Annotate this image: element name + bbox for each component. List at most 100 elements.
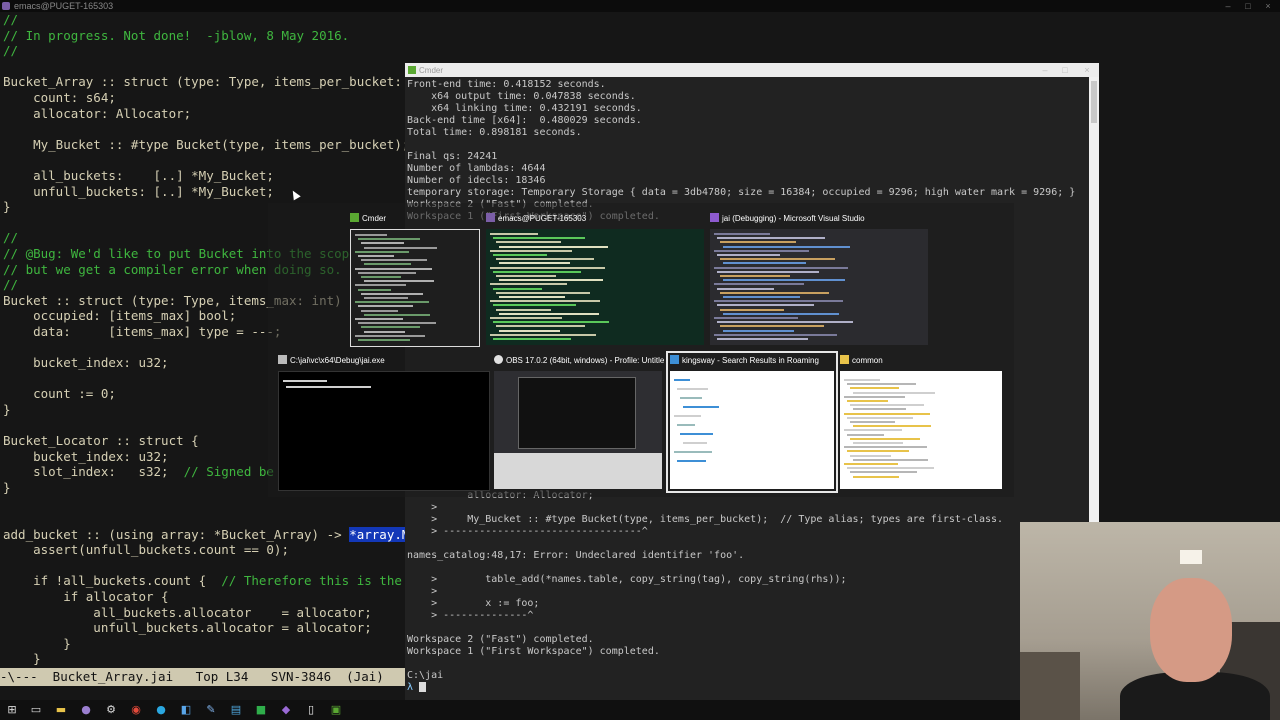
minimize-button[interactable]: – bbox=[1218, 0, 1238, 12]
thumbnail-line bbox=[853, 475, 899, 478]
code-text: bucket_index: u32; bbox=[3, 355, 169, 371]
green-app-icon[interactable]: ■ bbox=[254, 703, 268, 717]
code-text: } bbox=[3, 635, 71, 651]
cmder-titlebar[interactable]: Cmder – □ × bbox=[405, 63, 1099, 77]
terminal-lower[interactable]: allocator: Allocator; > > My_Bucket :: #… bbox=[405, 490, 1020, 700]
chrome-icon[interactable]: ◉ bbox=[129, 703, 143, 717]
code-text: all_buckets.allocator = allocator; bbox=[3, 604, 372, 620]
thumbnail-line bbox=[683, 406, 720, 408]
terminal-line: > My_Bucket :: #type Bucket(type, items_… bbox=[407, 514, 1004, 525]
thumbnail-line bbox=[677, 388, 708, 390]
code-line: unfull_buckets: [..] *My_Bucket; bbox=[3, 184, 413, 200]
thumbnail-line bbox=[361, 276, 401, 278]
settings-icon[interactable]: ⚙ bbox=[104, 703, 118, 717]
thumbnail-line bbox=[853, 425, 932, 428]
code-text: all_buckets: [..] *My_Bucket; bbox=[3, 167, 274, 183]
code-line: } bbox=[3, 636, 413, 652]
thumbnail-line bbox=[364, 297, 408, 299]
maximize-button[interactable]: □ bbox=[1238, 0, 1258, 12]
thumbnail-line bbox=[844, 412, 931, 415]
code-text: data: [items_max] type = ---; bbox=[3, 323, 282, 339]
emacs-minibuffer[interactable] bbox=[0, 686, 405, 700]
code-text: Bucket_Array :: struct (type: Type, item… bbox=[3, 74, 413, 90]
thumbnail-line bbox=[355, 234, 387, 236]
code-comment: // Therefore this is the f bbox=[221, 573, 413, 589]
emacs-icon[interactable]: ● bbox=[79, 703, 93, 717]
code-text: count: s64; bbox=[3, 89, 116, 105]
terminal-line: > x := foo; bbox=[407, 598, 540, 609]
thumbnail-line bbox=[493, 321, 610, 324]
code-text: // bbox=[3, 43, 19, 59]
thumbnail-line bbox=[720, 258, 835, 261]
thumbnail-line bbox=[364, 280, 434, 283]
cmder-minimize-button[interactable]: – bbox=[1035, 64, 1055, 76]
close-button[interactable]: × bbox=[1258, 0, 1278, 12]
terminal-icon[interactable]: ▣ bbox=[329, 703, 343, 717]
cmder-maximize-button[interactable]: □ bbox=[1055, 64, 1075, 76]
thumbnail-line bbox=[723, 296, 800, 298]
notepad-icon[interactable]: ▯ bbox=[304, 703, 318, 717]
thumbnail-line bbox=[723, 279, 845, 282]
terminal-line: temporary storage: Temporary Storage { d… bbox=[407, 187, 1076, 198]
terminal-line: Workspace 1 ("First Workspace") complete… bbox=[407, 646, 660, 657]
thumbnail-line bbox=[286, 386, 371, 388]
terminal-line: > bbox=[407, 586, 438, 597]
thumbnail-line bbox=[720, 291, 830, 294]
terminal-line: Front-end time: 0.418152 seconds. bbox=[407, 79, 606, 90]
thumbnail-line bbox=[496, 291, 590, 294]
thumbnail-line bbox=[844, 429, 902, 432]
thumbnail-line bbox=[355, 250, 410, 253]
terminal-input-line[interactable]: λ bbox=[407, 682, 1003, 694]
thumbnail-line bbox=[355, 284, 407, 287]
text-cursor bbox=[419, 682, 427, 692]
thumbnail-line bbox=[493, 287, 543, 290]
thumbnail-line bbox=[720, 241, 796, 244]
switcher-window-jai-exe[interactable]: C:\jai\vc\x64\Debug\jai.exe bbox=[278, 355, 490, 491]
switcher-window-visual-studio[interactable]: jai (Debugging) - Microsoft Visual Studi… bbox=[710, 213, 928, 347]
thumbnail-line bbox=[844, 446, 927, 449]
terminal-line: x64 output time: 0.047838 seconds. bbox=[407, 91, 636, 102]
code-line: add_bucket :: (using array: *Bucket_Arra… bbox=[3, 526, 413, 543]
emacs-titlebar[interactable]: emacs@PUGET-165303 – □ × bbox=[0, 0, 1280, 12]
thumbnail-line bbox=[490, 249, 572, 252]
skype-icon[interactable]: ● bbox=[154, 703, 168, 717]
code-line: // In progress. Not done! -jblow, 8 May … bbox=[3, 28, 413, 44]
switcher-window-explorer-roaming[interactable]: kingsway - Search Results in Roaming bbox=[666, 351, 838, 493]
thumbnail-visual-studio bbox=[710, 229, 928, 345]
thumbnail-line bbox=[717, 321, 853, 324]
thumbnail-line bbox=[364, 313, 431, 316]
switcher-window-cmder[interactable]: Cmder bbox=[350, 213, 480, 347]
thumbnail-line bbox=[717, 254, 780, 256]
switcher-window-obs[interactable]: OBS 17.0.2 (64bit, windows) - Profile: U… bbox=[494, 355, 664, 489]
thumbnail-line bbox=[717, 270, 820, 273]
thumbnail-line bbox=[680, 397, 702, 399]
switcher-label-text: jai (Debugging) - Microsoft Visual Studi… bbox=[722, 214, 865, 223]
document-icon[interactable]: ▤ bbox=[229, 703, 243, 717]
code-line: if !all_buckets.count { // Therefore thi… bbox=[3, 573, 413, 589]
remote-icon[interactable]: ◧ bbox=[179, 703, 193, 717]
thumbnail-line bbox=[499, 279, 604, 282]
cmder-close-button[interactable]: × bbox=[1077, 64, 1097, 76]
thumbnail-line bbox=[358, 339, 410, 341]
switcher-window-common[interactable]: common bbox=[840, 355, 1002, 489]
cmder-title: Cmder bbox=[419, 66, 444, 75]
file-explorer-icon[interactable]: ▬ bbox=[54, 703, 68, 717]
thumbnail-line bbox=[723, 262, 806, 265]
thumbnail-line bbox=[714, 317, 798, 319]
switcher-window-emacs[interactable]: emacs@PUGET-165303 bbox=[486, 213, 704, 347]
thumbnail-line bbox=[853, 391, 935, 394]
thumbnail-line bbox=[723, 312, 840, 315]
task-view-icon[interactable]: ▭ bbox=[29, 703, 43, 717]
start-icon[interactable]: ⊞ bbox=[5, 703, 19, 717]
tool-icon[interactable]: ✎ bbox=[204, 703, 218, 717]
scrollbar-thumb[interactable] bbox=[1091, 81, 1097, 123]
visual-studio-icon[interactable]: ◆ bbox=[279, 703, 293, 717]
thumbnail-line bbox=[355, 267, 432, 270]
thumbnail-line bbox=[361, 309, 398, 312]
terminal-line: Back-end time [x64]: 0.480029 seconds. bbox=[407, 115, 642, 126]
code-text: add_bucket :: (using array: *Bucket_Arra… bbox=[3, 526, 350, 542]
cmder-scrollbar[interactable] bbox=[1089, 77, 1099, 523]
